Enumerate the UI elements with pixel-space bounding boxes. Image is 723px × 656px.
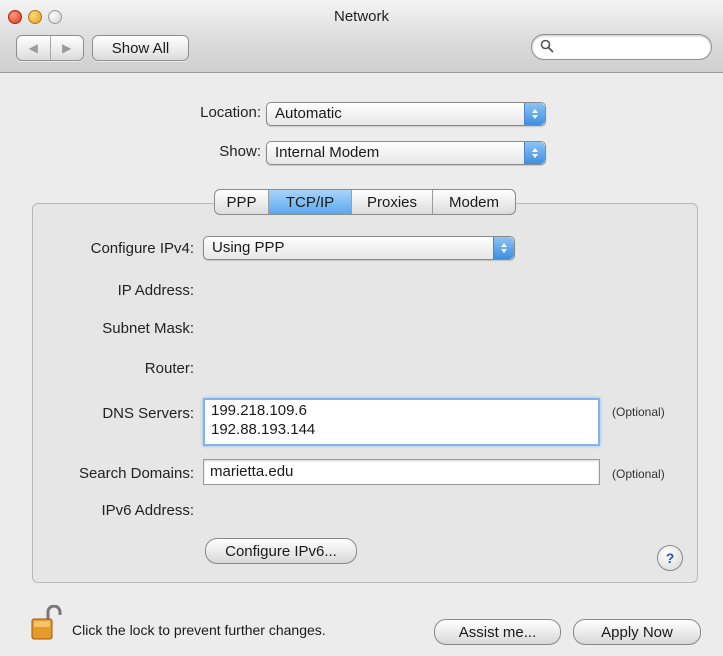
apply-now-button[interactable]: Apply Now (573, 619, 701, 645)
popup-arrows-icon (524, 103, 545, 125)
ipv6-address-label: IPv6 Address: (101, 502, 194, 519)
window-title: Network (333, 8, 389, 25)
tab-tcpip[interactable]: TCP/IP (269, 190, 352, 214)
forward-arrow-icon[interactable]: ▶ (51, 36, 84, 60)
popup-arrows-icon (524, 142, 545, 164)
back-arrow-icon[interactable]: ◀ (17, 36, 51, 60)
tab-modem[interactable]: Modem (433, 190, 515, 214)
location-label: Location: (200, 104, 261, 121)
dns-servers-label: DNS Servers: (102, 405, 194, 422)
tab-bar: PPP TCP/IP Proxies Modem (214, 189, 516, 215)
search-domains-optional-hint: (Optional) (612, 467, 665, 481)
configure-ipv4-label: Configure IPv4: (90, 240, 194, 257)
assist-me-button[interactable]: Assist me... (434, 619, 561, 645)
location-popup[interactable]: Automatic (266, 102, 546, 126)
search-input[interactable] (531, 34, 712, 60)
show-all-button[interactable]: Show All (92, 35, 189, 61)
popup-arrows-icon (493, 237, 514, 259)
subnet-mask-label: Subnet Mask: (102, 320, 194, 337)
tcpip-panel (32, 203, 698, 583)
router-label: Router: (144, 360, 194, 377)
search-icon (540, 39, 554, 53)
lock-message: Click the lock to prevent further change… (72, 622, 326, 638)
search-domains-field[interactable]: marietta.edu (203, 459, 600, 485)
dns-server-2: 192.88.193.144 (211, 421, 316, 438)
show-popup[interactable]: Internal Modem (266, 141, 546, 165)
location-value: Automatic (275, 105, 342, 122)
toolbar: Network ◀ ▶ Show All (0, 0, 723, 73)
back-forward-control: ◀ ▶ (16, 35, 84, 61)
tab-proxies[interactable]: Proxies (352, 190, 433, 214)
lock-icon[interactable] (30, 605, 64, 641)
configure-ipv4-popup[interactable]: Using PPP (203, 236, 515, 260)
search-domains-value: marietta.edu (210, 463, 294, 480)
show-label: Show: (219, 143, 261, 160)
configure-ipv6-button[interactable]: Configure IPv6... (205, 538, 357, 564)
dns-optional-hint: (Optional) (612, 405, 665, 419)
dns-servers-field[interactable]: 199.218.109.6 192.88.193.144 (203, 398, 600, 446)
show-value: Internal Modem (275, 144, 380, 161)
tab-ppp[interactable]: PPP (215, 190, 269, 214)
ip-address-label: IP Address: (117, 282, 194, 299)
help-button[interactable]: ? (657, 545, 683, 571)
search-domains-label: Search Domains: (78, 465, 194, 482)
configure-ipv4-value: Using PPP (212, 239, 285, 256)
dns-server-1: 199.218.109.6 (211, 402, 307, 419)
